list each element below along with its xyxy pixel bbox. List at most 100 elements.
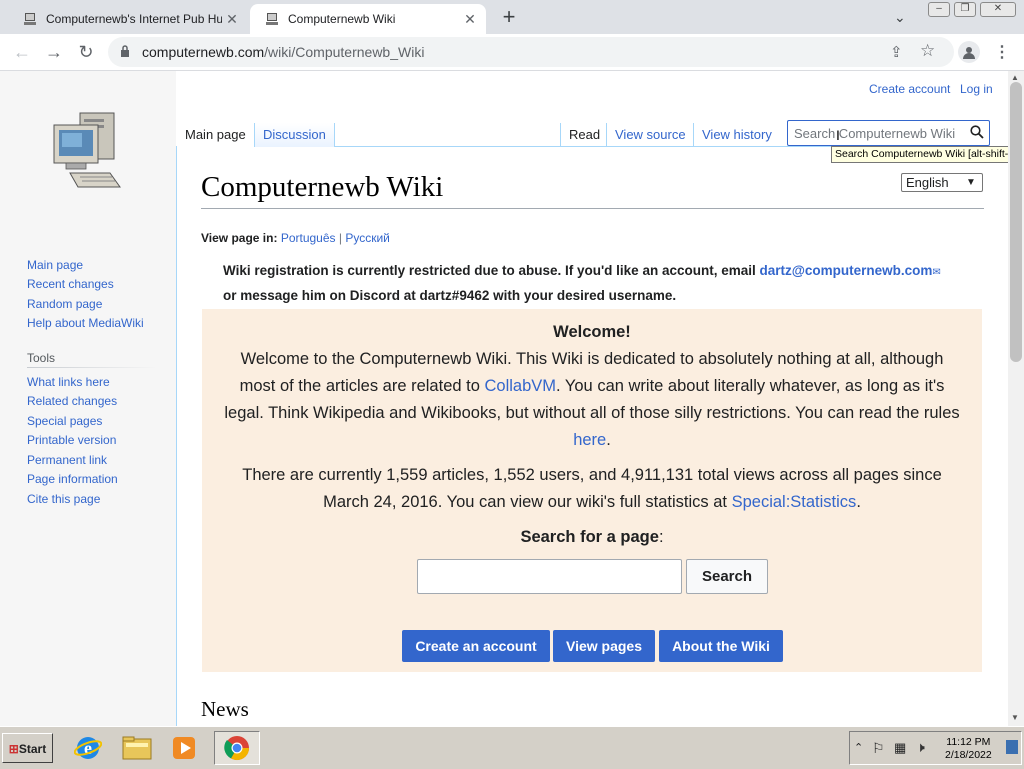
log-in-link[interactable]: Log in <box>960 82 993 96</box>
view-page-in-label: View page in: <box>201 231 278 245</box>
show-hidden-icons-icon[interactable]: ⌃ <box>854 741 863 754</box>
language-separator: | <box>338 231 342 245</box>
tab-search-chevron-icon[interactable]: ⌄ <box>894 9 906 26</box>
tab-main-page[interactable]: Main page <box>177 123 254 147</box>
browser-toolbar: ← → ↻ computernewb.com/wiki/Computernewb… <box>0 34 1024 71</box>
language-link-russian[interactable]: Русский <box>345 231 390 245</box>
system-tray: ⌃ ⚐ ▦ 🕨 11:12 PM 2/18/2022 <box>849 731 1022 765</box>
sidebar-item-random-page[interactable]: Random page <box>27 297 102 311</box>
notice-text: Wiki registration is currently restricte… <box>223 263 760 278</box>
chevron-down-icon: ▼ <box>966 177 976 188</box>
create-account-button[interactable]: Create an account <box>402 630 550 662</box>
tab-favicon-icon <box>264 11 280 27</box>
tab-view-history[interactable]: View history <box>693 123 780 147</box>
show-desktop-icon[interactable] <box>1006 740 1018 754</box>
registration-notice: Wiki registration is currently restricte… <box>223 259 983 307</box>
welcome-text-line: most of the articles are related to Coll… <box>239 377 945 395</box>
tab-read[interactable]: Read <box>560 123 608 147</box>
tab-pub-hub[interactable]: Computernewb's Internet Pub Hub ✕ <box>8 4 248 34</box>
welcome-text-line: legal. Think Wikipedia and Wikibooks, bu… <box>224 404 960 422</box>
browser-tab-strip: Computernewb's Internet Pub Hub ✕ Comput… <box>0 0 1024 34</box>
view-page-in-row: View page in: Português | Русский <box>201 231 390 245</box>
tab-title: Computernewb's Internet Pub Hub <box>46 12 222 26</box>
view-pages-button[interactable]: View pages <box>553 630 655 662</box>
scroll-up-arrow-icon[interactable]: ▲ <box>1011 73 1019 82</box>
forward-arrow-icon[interactable]: → <box>42 40 66 64</box>
file-explorer-icon[interactable] <box>119 731 155 765</box>
action-center-flag-icon[interactable]: ⚐ <box>872 740 885 757</box>
email-link[interactable]: dartz@computernewb.com <box>759 263 932 278</box>
tab-view-source[interactable]: View source <box>606 123 694 147</box>
chrome-taskbar-icon[interactable] <box>214 731 260 765</box>
title-divider <box>201 208 984 209</box>
tools-heading: Tools <box>27 351 56 365</box>
sidebar-item-special-pages[interactable]: Special pages <box>27 414 102 428</box>
news-heading: News <box>201 697 249 721</box>
restore-window-icon[interactable]: ❐ <box>954 2 976 17</box>
stats-text-line: There are currently 1,559 articles, 1,55… <box>242 466 942 484</box>
tab-computernewb-wiki[interactable]: Computernewb Wiki ✕ <box>250 4 486 34</box>
network-icon[interactable]: ▦ <box>894 740 906 756</box>
tab-title: Computernewb Wiki <box>288 12 396 26</box>
lock-icon[interactable] <box>120 44 134 60</box>
sidebar-item-help[interactable]: Help about MediaWiki <box>27 316 144 330</box>
sidebar-item-recent-changes[interactable]: Recent changes <box>27 277 114 291</box>
minimize-window-icon[interactable]: – <box>928 2 950 17</box>
page-search-input[interactable] <box>417 559 682 594</box>
sidebar-item-printable-version[interactable]: Printable version <box>27 433 116 447</box>
reload-icon[interactable]: ↻ <box>74 40 98 64</box>
back-arrow-icon[interactable]: ← <box>10 40 34 64</box>
sidebar-item-permanent-link[interactable]: Permanent link <box>27 453 107 467</box>
sidebar-item-page-information[interactable]: Page information <box>27 472 118 486</box>
address-bar[interactable]: computernewb.com/wiki/Computernewb_Wiki … <box>108 37 954 67</box>
os-taskbar: ⊞Start e ⌃ ⚐ ▦ 🕨 11:12 PM 2/18/2022 <box>0 726 1024 769</box>
close-tab-icon[interactable]: ✕ <box>222 11 242 28</box>
welcome-heading: Welcome! <box>553 323 631 341</box>
language-select-value: English <box>906 175 949 190</box>
search-for-page-label: Search for a page: <box>520 528 664 546</box>
text-cursor-icon: I <box>836 127 840 143</box>
stats-text-line: March 24, 2016. You can view our wiki's … <box>323 493 861 511</box>
new-tab-plus-icon[interactable]: + <box>496 6 522 30</box>
sidebar-item-what-links-here[interactable]: What links here <box>27 375 110 389</box>
page-viewport: Create account Log in Main page Discussi… <box>0 71 1008 726</box>
rules-link[interactable]: here <box>573 431 606 449</box>
tools-divider <box>27 367 157 368</box>
url-text[interactable]: computernewb.com/wiki/Computernewb_Wiki <box>142 44 424 60</box>
close-window-icon[interactable]: ✕ <box>980 2 1016 17</box>
clock[interactable]: 11:12 PM 2/18/2022 <box>945 736 992 762</box>
language-select[interactable]: English ▼ <box>901 173 983 192</box>
notice-text-2: or message him on Discord at dartz#9462 … <box>223 288 677 303</box>
clock-time: 11:12 PM <box>946 736 991 748</box>
search-tooltip: Search Computernewb Wiki [alt-shift-f] <box>831 146 1008 163</box>
mail-icon: ✉ <box>932 267 941 278</box>
scrollbar-thumb[interactable] <box>1010 82 1022 362</box>
create-account-link[interactable]: Create account <box>869 82 950 96</box>
search-icon[interactable] <box>965 124 989 142</box>
wiki-search-input[interactable]: Search Computernewb Wiki <box>787 120 990 146</box>
profile-avatar-icon[interactable] <box>958 41 980 63</box>
page-title: Computernewb Wiki <box>201 171 444 203</box>
collabvm-link[interactable]: CollabVM <box>484 377 556 395</box>
windows-flag-icon: ⊞ <box>8 742 19 756</box>
bookmark-star-icon[interactable]: ☆ <box>920 41 935 61</box>
wiki-logo[interactable] <box>50 109 126 198</box>
volume-muted-icon[interactable]: 🕨 <box>916 739 925 756</box>
welcome-box: Welcome! Welcome to the Computernewb Wik… <box>202 309 982 672</box>
start-button[interactable]: ⊞Start <box>2 733 53 763</box>
share-icon[interactable]: ⇪ <box>890 43 903 61</box>
tab-discussion[interactable]: Discussion <box>254 123 335 147</box>
language-link-portuguese[interactable]: Português <box>281 231 336 245</box>
internet-explorer-icon[interactable]: e <box>70 731 106 765</box>
scroll-down-arrow-icon[interactable]: ▼ <box>1011 713 1019 722</box>
sidebar-item-cite-this-page[interactable]: Cite this page <box>27 492 100 506</box>
about-wiki-button[interactable]: About the Wiki <box>659 630 783 662</box>
page-search-button[interactable]: Search <box>686 559 768 594</box>
special-statistics-link[interactable]: Special:Statistics <box>732 493 857 511</box>
search-placeholder: Search Computernewb Wiki <box>794 125 956 141</box>
menu-kebab-icon[interactable]: ⋮ <box>994 42 1010 62</box>
close-tab-icon[interactable]: ✕ <box>460 11 480 28</box>
sidebar-item-related-changes[interactable]: Related changes <box>27 394 117 408</box>
media-player-icon[interactable] <box>166 731 202 765</box>
sidebar-item-main-page[interactable]: Main page <box>27 258 83 272</box>
